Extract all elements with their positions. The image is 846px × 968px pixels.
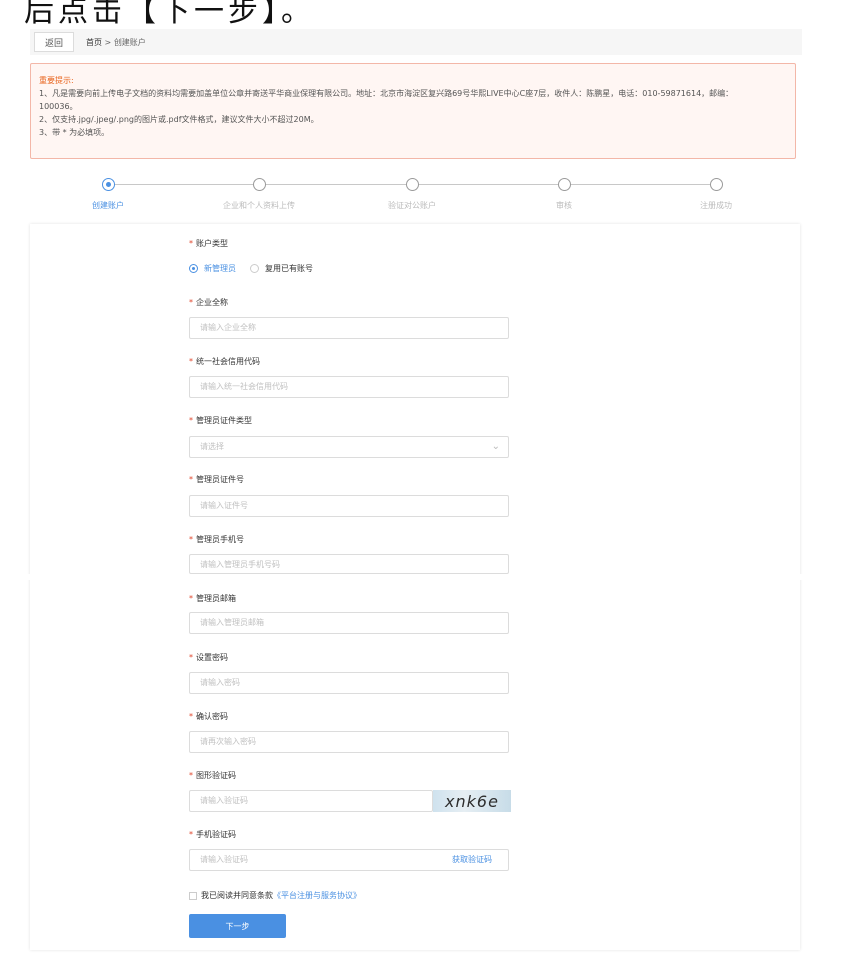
id-type-select[interactable]: 请选择 ⌄: [189, 436, 509, 458]
step-2-label: 企业和个人资料上传: [223, 201, 295, 210]
step-5-label: 注册成功: [700, 201, 732, 210]
captcha-input[interactable]: 请输入验证码: [189, 790, 433, 812]
step-1-indicator: [102, 178, 115, 191]
step-3-label: 验证对公账户: [388, 201, 436, 210]
step-3-indicator: [406, 178, 419, 191]
step-connector: [570, 184, 710, 185]
email-input[interactable]: 请输入管理员邮箱: [189, 612, 509, 634]
email-label: * 管理员邮箱: [189, 594, 236, 603]
id-number-label: * 管理员证件号: [189, 475, 244, 484]
radio-new-admin-label[interactable]: 新管理员: [204, 263, 236, 274]
breadcrumb-home[interactable]: 首页: [86, 38, 102, 47]
password-input[interactable]: 请输入密码: [189, 672, 509, 694]
step-2-indicator: [253, 178, 266, 191]
next-step-button[interactable]: 下一步: [189, 914, 286, 938]
id-type-placeholder: 请选择: [200, 442, 224, 451]
notice-line: 2、仅支持.jpg/.jpeg/.png的图片或.pdf文件格式，建议文件大小不…: [39, 115, 319, 124]
company-name-label: * 企业全称: [189, 298, 228, 307]
agreement-text: 我已阅读并同意条款: [201, 891, 273, 900]
step-4-indicator: [558, 178, 571, 191]
account-type-radio-group: 新管理员 复用已有账号: [189, 263, 313, 274]
breadcrumb-separator: >: [102, 37, 114, 47]
company-name-input[interactable]: 请输入企业全称: [189, 317, 509, 339]
phone-label: * 管理员手机号: [189, 535, 244, 544]
radio-existing-account[interactable]: [250, 264, 259, 273]
notice-line: 3、带 * 为必填项。: [39, 128, 110, 137]
agreement-checkbox[interactable]: [189, 891, 197, 900]
chevron-down-icon: ⌄: [491, 441, 500, 452]
captcha-label: * 图形验证码: [189, 771, 236, 780]
confirm-password-label: * 确认密码: [189, 712, 228, 721]
phone-input[interactable]: 请输入管理员手机号码: [189, 554, 509, 574]
sms-code-label: * 手机验证码: [189, 830, 236, 839]
confirm-password-input[interactable]: 请再次输入密码: [189, 731, 509, 753]
notice-line: 100036。: [39, 102, 78, 111]
notice-line: 1、凡是需要向前上传电子文档的资料均需要加盖单位公章并寄送平华商业保理有限公司。…: [39, 89, 734, 98]
radio-new-admin[interactable]: [189, 264, 198, 273]
id-number-input[interactable]: 请输入证件号: [189, 495, 509, 517]
step-connector: [265, 184, 406, 185]
step-connector: [114, 184, 253, 185]
step-4-label: 审核: [556, 201, 572, 210]
captcha-image[interactable]: xnk6e: [433, 790, 511, 812]
sms-code-placeholder: 请输入验证码: [200, 855, 248, 864]
breadcrumb: 首页 > 创建账户: [86, 37, 146, 48]
credit-code-input[interactable]: 请输入统一社会信用代码: [189, 376, 509, 398]
back-button[interactable]: 返回: [34, 32, 75, 52]
agreement-row: 我已阅读并同意条款 《平台注册与服务协议》: [189, 890, 361, 901]
step-5-indicator: [710, 178, 723, 191]
breadcrumb-current: 创建账户: [113, 37, 146, 47]
radio-existing-account-label[interactable]: 复用已有账号: [265, 263, 313, 274]
page-heading-fragment: 后点击【下一步】。: [24, 0, 315, 29]
step-connector: [418, 184, 558, 185]
agreement-link[interactable]: 《平台注册与服务协议》: [273, 890, 361, 901]
progress-steps: 创建账户 企业和个人资料上传 验证对公账户 审核 注册成功: [30, 168, 802, 220]
get-sms-code-link[interactable]: 获取验证码: [452, 850, 492, 870]
credit-code-label: * 统一社会信用代码: [189, 357, 260, 366]
account-type-label: * 账户类型: [189, 239, 228, 248]
top-bar: 返回 首页 > 创建账户: [30, 29, 802, 55]
notice-box: 重要提示: 1、凡是需要向前上传电子文档的资料均需要加盖单位公章并寄送平华商业保…: [30, 63, 796, 159]
id-type-label: * 管理员证件类型: [189, 416, 252, 425]
sms-code-input[interactable]: 请输入验证码 获取验证码: [189, 849, 509, 871]
screenshot-seam: [0, 574, 846, 580]
password-label: * 设置密码: [189, 653, 228, 662]
step-1-label: 创建账户: [92, 201, 124, 210]
notice-title: 重要提示:: [39, 76, 74, 85]
